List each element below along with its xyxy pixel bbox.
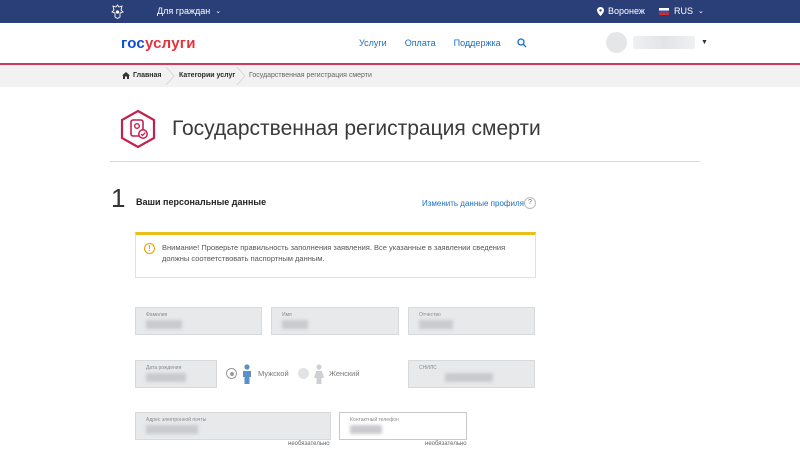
death-registration-icon: [120, 109, 156, 149]
avatar: [606, 32, 627, 53]
nav-support[interactable]: Поддержка: [454, 38, 501, 48]
phone-field[interactable]: Контактный телефон: [339, 412, 467, 440]
female-person-icon: [314, 364, 324, 384]
snils-label: СНИЛС: [419, 365, 437, 371]
gender-female-label[interactable]: Женский: [329, 369, 360, 378]
step-number: 1: [111, 183, 126, 213]
breadcrumb-categories[interactable]: Категории услуг: [179, 72, 235, 79]
warning-icon: !: [144, 243, 155, 254]
breadcrumb-separator: [165, 67, 175, 85]
main-nav: Услуги Оплата Поддержка: [359, 38, 527, 48]
location-selector[interactable]: Воронеж: [597, 6, 645, 16]
chevron-down-icon: ⌄: [215, 7, 222, 15]
phone-value-blurred: [350, 425, 382, 434]
citizens-label: Для граждан: [157, 6, 211, 16]
breadcrumb-home-label: Главная: [133, 72, 162, 79]
patronymic-value-blurred: [419, 320, 453, 329]
section-title: Ваши персональные данные: [136, 197, 267, 207]
logo-part-uslugi: услуги: [144, 35, 196, 52]
breadcrumb: Главная Категории услуг Государственная …: [0, 65, 800, 87]
email-field[interactable]: Адрес электронной почты: [135, 412, 331, 440]
patronymic-field[interactable]: Отчество: [408, 307, 535, 335]
email-value-blurred: [146, 425, 198, 434]
chevron-down-icon: ⌄: [698, 7, 704, 15]
coat-of-arms-icon[interactable]: [111, 4, 124, 19]
surname-field[interactable]: Фамилия: [135, 307, 262, 335]
name-label: Имя: [282, 312, 292, 318]
surname-value-blurred: [146, 320, 182, 329]
warning-text: Внимание! Проверьте правильность заполне…: [162, 243, 506, 263]
gender-female-radio[interactable]: [298, 368, 309, 379]
gender-male-label[interactable]: Мужской: [258, 369, 289, 378]
username-blurred: [633, 36, 695, 49]
user-menu[interactable]: ▼: [606, 32, 708, 53]
gender-male-radio[interactable]: [226, 368, 237, 379]
nav-services[interactable]: Услуги: [359, 38, 387, 48]
nav-payment[interactable]: Оплата: [405, 38, 436, 48]
page-title: Государственная регистрация смерти: [172, 117, 541, 140]
edit-profile-link[interactable]: Изменить данные профиля: [422, 199, 524, 208]
birthdate-value-blurred: [146, 373, 186, 382]
language-selector[interactable]: RUS ⌄: [659, 6, 704, 16]
language-label: RUS: [674, 6, 694, 16]
male-person-icon: [243, 364, 251, 384]
warning-box: ! Внимание! Проверьте правильность запол…: [135, 232, 536, 278]
snils-field[interactable]: СНИЛС: [408, 360, 535, 388]
top-bar: Для граждан ⌄ Воронеж RUS ⌄: [0, 0, 800, 23]
email-label: Адрес электронной почты: [146, 417, 207, 423]
name-value-blurred: [282, 320, 308, 329]
breadcrumb-home[interactable]: Главная: [122, 72, 161, 79]
caret-down-icon: ▼: [701, 39, 708, 46]
title-divider: [110, 161, 700, 162]
russian-flag-icon: [659, 7, 669, 15]
breadcrumb-separator: [236, 67, 246, 85]
patronymic-label: Отчество: [419, 312, 441, 318]
birthdate-field[interactable]: Дата рождения: [135, 360, 217, 388]
site-header: госуслуги Услуги Оплата Поддержка ▼: [0, 23, 800, 64]
snils-value-blurred: [445, 373, 493, 382]
phone-label: Контактный телефон: [350, 417, 399, 423]
citizens-menu[interactable]: Для граждан ⌄: [157, 6, 221, 16]
surname-label: Фамилия: [146, 312, 168, 318]
gosuslugi-logo[interactable]: госуслуги: [121, 35, 196, 52]
search-icon[interactable]: [516, 38, 527, 48]
email-optional-note: необязательно: [288, 441, 330, 447]
name-field[interactable]: Имя: [271, 307, 399, 335]
home-icon: [122, 72, 130, 79]
help-icon[interactable]: ?: [524, 197, 536, 209]
location-pin-icon: [597, 6, 604, 16]
breadcrumb-current: Государственная регистрация смерти: [249, 72, 372, 79]
logo-part-gos: гос: [121, 35, 145, 52]
location-label: Воронеж: [608, 6, 645, 16]
birthdate-label: Дата рождения: [146, 365, 182, 371]
phone-optional-note: необязательно: [425, 441, 467, 447]
